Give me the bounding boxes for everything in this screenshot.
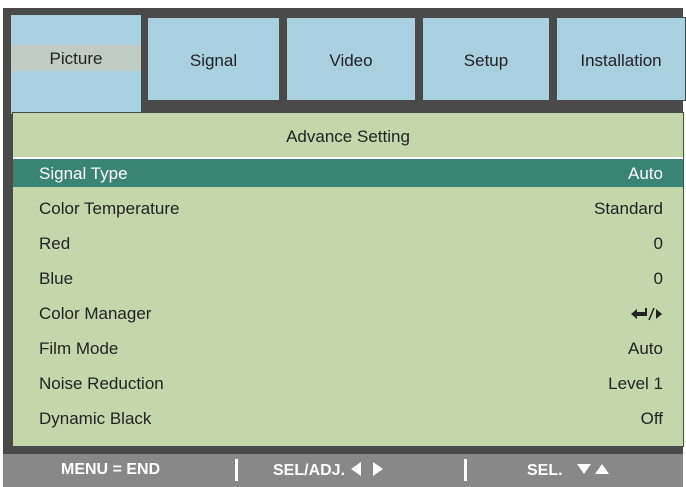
row-label: Blue [39,269,74,288]
tab-signal[interactable]: Signal [147,17,280,101]
tab-label: Video [329,51,373,70]
row-dynamic-black[interactable]: Dynamic Black Off [13,404,683,432]
row-value: Auto [628,164,663,183]
row-label: Color Temperature [39,199,180,218]
row-value: 0 [653,234,663,253]
row-value: Off [640,409,663,428]
row-label: Signal Type [39,164,128,183]
row-film-mode[interactable]: Film Mode Auto [13,334,683,362]
up-down-arrows-icon [577,464,610,474]
row-noise-reduction[interactable]: Noise Reduction Level 1 [13,369,683,397]
row-signal-type[interactable]: Signal Type Auto [13,159,683,187]
separator [464,459,467,481]
tab-bar: Picture Signal Video Setup Installation [10,14,686,114]
row-label: Dynamic Black [39,409,152,428]
row-color-temperature[interactable]: Color Temperature Standard [13,194,683,222]
row-value: 0 [653,269,663,288]
row-value: Standard [594,199,663,218]
row-label: Color Manager [39,304,152,323]
row-color-manager[interactable]: Color Manager [13,299,683,327]
row-value: Level 1 [608,374,663,393]
tab-installation[interactable]: Installation [556,17,686,101]
separator [235,459,238,481]
hint-bar: MENU = END SEL/ADJ. SEL. [3,454,683,487]
row-red[interactable]: Red 0 [13,229,683,257]
sel-label: SEL. [527,462,563,479]
row-label: Red [39,234,71,253]
tab-label: Installation [580,51,662,70]
tab-label: Setup [463,51,509,70]
sel-adj-label: SEL/ADJ. [273,462,346,479]
row-label: Noise Reduction [39,374,164,393]
tab-picture[interactable]: Picture [10,14,142,114]
tab-setup[interactable]: Setup [422,17,550,101]
enter-right-icon [629,306,663,326]
tab-video[interactable]: Video [286,17,416,101]
advance-setting-panel: Advance Setting Signal Type Auto Color T… [12,112,684,447]
row-value: Auto [628,339,663,358]
sel-hint: SEL. [527,461,617,480]
left-right-arrows-icon [351,462,384,476]
row-label: Film Mode [39,339,119,358]
tab-label: Signal [189,51,238,70]
menu-end-hint: MENU = END [61,461,161,478]
sel-adj-hint: SEL/ADJ. [273,461,389,480]
panel-title: Advance Setting [286,127,410,146]
tab-label: Picture [49,49,103,68]
row-blue[interactable]: Blue 0 [13,264,683,292]
